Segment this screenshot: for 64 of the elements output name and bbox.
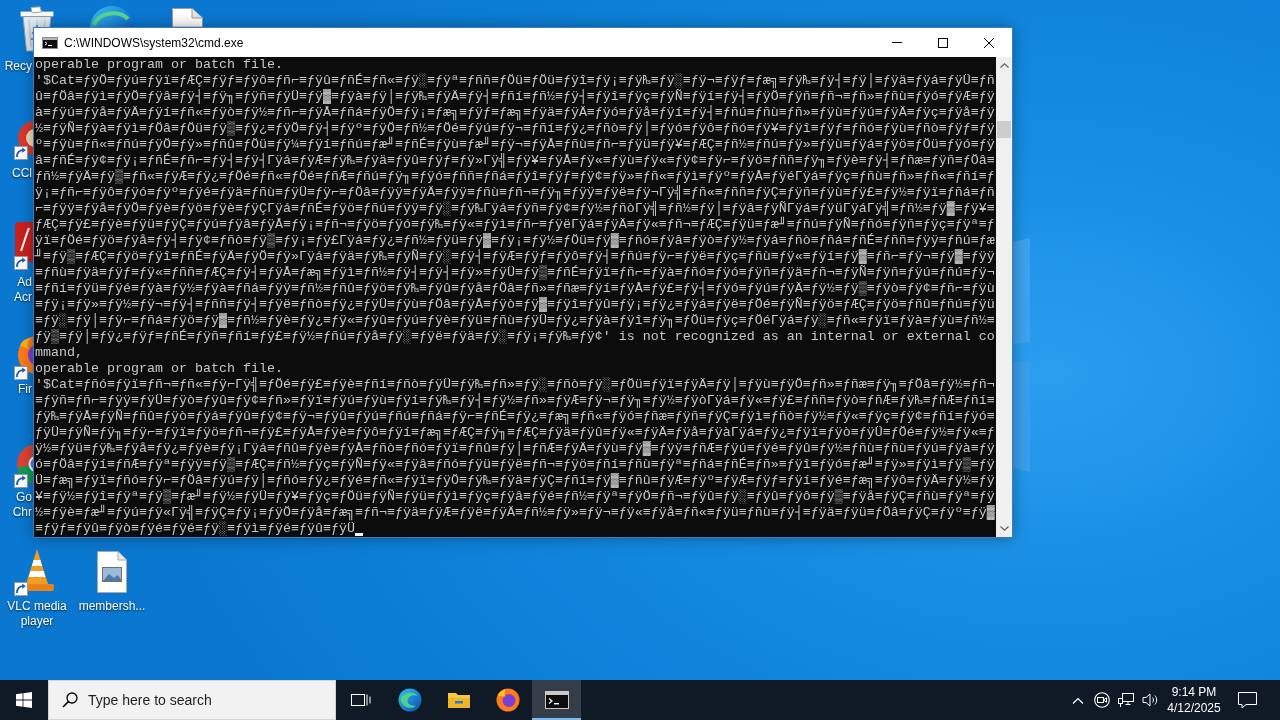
- console-line: mmand,: [35, 345, 83, 361]
- console-line: ÿï≡ƒÖé≡ƒÿö≡ƒÿå≡ƒÿ┤≡ƒÿ¢≡ƒñò≡ƒÿ▒≡ƒÿ¡≡ƒÿ£Γÿá≡ƒÿ¿≡ƒñ½≡ƒÿü≡ƒÿ▓≡ƒÿ¡≡ƒÿ½≡ƒÖü≡ƒÿ▓≡ƒñó≡ƒÿâ≡ƒÿò≡ƒÿ½≡ƒÿá≡ƒñò≡ƒñá≡ƒñÉ≡ƒññ≡ƒÿÿ≡ƒñú≡ƒæ: [35, 233, 995, 249]
- console-line: ≡ƒÿñ≡ƒñ⌐≡ƒÿÿ≡ƒÿÜ≡ƒÿò≡ƒÿû≡ƒÿ¢≡ƒñ»≡ƒÿï≡ƒÿú≡ƒÿù≡ƒÿí≡ƒÿ₧≡ƒÿ┤≡ƒÿ½≡ƒñ»≡ƒÿÆ≡ƒÿ¬≡ƒÿ╖≡ƒÿ½≡ƒÿòΓÿá≡ƒÿ«≡ƒÿ£≡ƒññ≡ƒÿò≡ƒñÆ≡ƒÿ₧≡ƒñÆ≡ƒñí≡: [35, 393, 995, 409]
- folder-icon[interactable]: [446, 690, 471, 710]
- swirl-icon[interactable]: [397, 688, 422, 712]
- taskbar-button[interactable]: [532, 680, 581, 720]
- console-line: ƒÿ₧≡ƒÿÅ≡ƒÿÑ≡ƒñû≡ƒÿò≡ƒÿá≡ƒÿû≡ƒÿ¢≡ƒÿ¬≡ƒÿû≡ƒÿú≡ƒñú≡ƒñá≡ƒÿ⌐≡ƒñÉ≡ƒÿ¿≡ƒæ╗≡ƒñ«≡ƒÿó≡ƒñæ≡ƒÿñ≡ƒÿÇ≡ƒÿì≡ƒñò≡ƒÿ½≡ƒÿ«≡ƒÿç≡ƒÿ¢≡ƒñí≡ƒÿó≡: [35, 409, 995, 425]
- console-line: ≡ƒÿ░≡ƒÿ│≡ƒÿ⌐≡ƒñá≡ƒÿö≡ƒÿ▓≡ƒñ½≡ƒÿè≡ƒÿ¿≡ƒÿ«≡ƒÿû≡ƒÿú≡ƒÿè≡ƒÿü≡ƒñù≡ƒÿÜ≡ƒÿ¿≡ƒÿà≡ƒÿî≡ƒÿ╖≡ƒÖü≡ƒÿç≡ƒÖéΓÿá≡ƒÿ░≡ƒñ«≡ƒÿï≡ƒÿà≡ƒÿù≡ƒñ½≡: [35, 313, 995, 329]
- network-icon[interactable]: [1118, 692, 1134, 708]
- console-line: operable program or batch file.: [35, 57, 283, 73]
- scrollbar[interactable]: [996, 57, 1012, 537]
- console-line: ≡ƒÿ¡≡ƒÿ»≡ƒÿ½≡ƒÿ¬≡ƒÿ┤≡ƒññ≡ƒÿ┤≡ƒÿë≡ƒñò≡ƒÿ¿≡ƒÿÜ≡ƒÿù≡ƒÖâ≡ƒÿÅ≡ƒÿò≡ƒÿ▓≡ƒÿî≡ƒÿû≡ƒÿ¡≡ƒÿ¿≡ƒÿá≡ƒÿë≡ƒÖé≡ƒÿÑ≡ƒÿö≡ƒÆÇ≡ƒÿö≡ƒñû≡ƒñú≡ƒÿü: [35, 297, 995, 313]
- console-line: º≡ƒÿù≡ƒñ«≡ƒñú≡ƒÿÖ≡ƒÿ»≡ƒñû≡ƒÖü≡ƒÿ¼≡ƒÿí≡ƒñú≡ƒæ╜≡ƒñÉ≡ƒÿù≡ƒæ╜≡ƒÿ¬≡ƒÿÅ≡ƒñù≡ƒñ⌐≡ƒÿü≡ƒÿ¥≡ƒÆÇ≡ƒñ½≡ƒñú≡ƒÿ»≡ƒÿù≡ƒÿá≡ƒÿö≡ƒÖü≡ƒÿó≡ƒÿ: [35, 137, 995, 153]
- console-line: ¥≡ƒÿ½≡ƒÿî≡ƒÿª≡ƒÿ▒≡ƒæ╜≡ƒÿ½≡ƒÿÜ≡ƒÿ¥≡ƒÿç≡ƒÖü≡ƒÿÑ≡ƒÿü≡ƒÿì≡ƒÿç≡ƒÿâ≡ƒÿé≡ƒñ½≡ƒÿª≡ƒÿÖ≡ƒñ¬≡ƒÿû≡ƒÿ░≡ƒÿû≡ƒÿô≡ƒÿ▒≡ƒÿå≡ƒÿÇ≡ƒñù≡ƒÿª≡ƒÿ: [35, 489, 995, 505]
- icon-label[interactable]: Recy: [4, 59, 32, 74]
- search-icon: [62, 692, 78, 708]
- scrollbar-thumb[interactable]: [997, 121, 1011, 138]
- console-line: ƒÆÇ≡ƒÿ£≡ƒÿè≡ƒÿü≡ƒÿÇ≡ƒÿú≡ƒÿâ≡ƒÿÅ≡ƒÿ¡≡ƒñ¬≡ƒÿö≡ƒÿó≡ƒÿ₧≡ƒÿ«≡ƒÿì≡ƒñ⌐≡ƒÿëΓÿá≡ƒÿÄ≡ƒÿ«≡ƒñ¬≡ƒÆÇ≡ƒÿü≡ƒæ╜≡ƒñú≡ƒÿÑ≡ƒñó≡ƒÿñ≡ƒÿç≡ƒÿª≡ƒ: [35, 217, 995, 233]
- icon-label[interactable]: membersh...: [78, 599, 146, 614]
- console-line: ╜≡ƒÿ▒≡ƒÆÇ≡ƒÿö≡ƒÿî≡ƒñÉ≡ƒÿÄ≡ƒÿÖ≡ƒÿ»Γÿá≡ƒÿä≡ƒÿ₧≡ƒÿÑ≡ƒÿ░≡ƒÿ┤≡ƒÿÆ≡ƒÿƒ≡ƒÿô≡ƒÿ┤≡ƒñú≡ƒÿ⌐≡ƒÿë≡ƒÿç≡ƒñù≡ƒÿ«≡ƒÿí≡ƒÿ▓≡ƒñ⌐≡ƒÿ¬≡ƒÿ▓≡ƒÿÿ: [35, 249, 995, 265]
- console-line: à≡ƒÿú≡ƒÿå≡ƒÿÄ≡ƒÿí≡ƒñ«≡ƒÿò≡ƒÿ½≡ƒñ⌐≡ƒÿÅ≡ƒñá≡ƒÿÖ≡ƒÿ¡≡ƒæ╗≡ƒÿƒ≡ƒæ╗≡ƒÿä≡ƒÿÄ≡ƒÿó≡ƒÿå≡ƒÿí≡ƒÿ┤≡ƒñú≡ƒñù≡ƒñ»≡ƒÿù≡ƒÿú≡ƒÿÄ≡ƒÿç≡ƒÿå≡ƒÿ: [35, 105, 995, 121]
- icon-label[interactable]: Go: [16, 490, 32, 505]
- icon-label[interactable]: VLC media player: [0, 599, 74, 629]
- icon-label[interactable]: Chr: [12, 505, 32, 520]
- windows-logo-icon[interactable]: [16, 692, 32, 708]
- icon-label[interactable]: Acr: [14, 290, 32, 305]
- console-line: ⌐≡ƒÿÿ≡ƒÿå≡ƒÿÖ≡ƒÿè≡ƒÿö≡ƒÿè≡ƒÿÇΓÿá≡ƒñÉ≡ƒÿö≡ƒñú≡ƒÿÿ≡ƒÿ░≡ƒÿ₧Γÿá≡ƒÿñ≡ƒÿ¢≡ƒÿ½≡ƒñòΓÿ╣≡ƒñ½≡ƒÿ│≡ƒÿâ≡ƒÿÑΓÿá≡ƒÿüΓÿáΓÿ╣≡ƒñ½≡ƒÿ▓≡ƒÿ¥≡: [35, 201, 995, 217]
- console-line: ≡ƒñí≡ƒÿü≡ƒÿé≡ƒÿà≡ƒÿ½≡ƒÿà≡ƒñá≡ƒÿÿ≡ƒñ½≡ƒñû≡ƒÿö≡ƒÿ₧≡ƒÿû≡ƒÿå≡ƒÖâ≡ƒñ»≡ƒñæ≡ƒÿí≡ƒÿÅ≡ƒÿ£≡ƒÿ┤≡ƒÿó≡ƒÿú≡ƒÿÄ≡ƒÿ½≡ƒÿ▒≡ƒÿò≡ƒÿ¢≡ƒñ⌐≡ƒÿù: [35, 281, 995, 297]
- console-line: ÿ½≡ƒÿü≡ƒÿ₧≡ƒÿå≡ƒÿ¿≡ƒÿè≡ƒÿ¡Γÿá≡ƒñû≡ƒÿè≡ƒÿÅ≡ƒñò≡ƒñó≡ƒÿï≡ƒñû≡ƒÿ│≡ƒñÆ≡ƒÿÄ≡ƒÿù≡ƒÿ▓≡ƒÿÿ≡ƒñÆ≡ƒÿú≡ƒÿé≡ƒÿû≡ƒÿ½≡ƒñù≡ƒñù≡ƒÿú≡ƒÿà≡ƒÿ: [35, 441, 995, 457]
- console-line: ÿ¡≡ƒñ⌐≡ƒÿô≡ƒÿó≡ƒÿº≡ƒÿé≡ƒÿä≡ƒñù≡ƒÿÜ≡ƒÿ⌐≡ƒÖâ≡ƒÿÿ≡ƒÿÄ≡ƒÿÿ≡ƒñù≡ƒñ¬≡ƒÿ╖≡ƒÿÿ≡ƒÿë≡ƒÿ¬Γÿ╣≡ƒñ«≡ƒññ≡ƒÿÇ≡ƒÿñ≡ƒÿù≡ƒÿ£≡ƒÿ½≡ƒÿï≡ƒñá≡ƒñ: [35, 185, 995, 201]
- image-file-icon[interactable]: [94, 550, 130, 594]
- notification-icon[interactable]: [1237, 691, 1257, 709]
- task-view-icon[interactable]: [350, 692, 371, 708]
- window-title: C:\WINDOWS\system32\cmd.exe: [64, 35, 245, 50]
- console-line: ƒÿÜ≡ƒÿÑ≡ƒÿ╖≡ƒÿ⌐≡ƒÿï≡ƒÿö≡ƒñ¬≡ƒÿ£≡ƒÿÅ≡ƒÿè≡ƒÿô≡ƒÿí≡ƒæ╗≡ƒÆÇ≡ƒÿ╖≡ƒÆÇ≡ƒÿä≡ƒÿû≡ƒÿ«≡ƒÿÄ≡ƒÿå≡ƒÿàΓÿá≡ƒÿ¿≡ƒÿï≡ƒÿò≡ƒÿÜ≡ƒÖé≡ƒÿ½≡ƒÿ«≡ƒ: [35, 425, 995, 441]
- chevron-down-icon[interactable]: [999, 526, 1009, 531]
- maximize-icon[interactable]: [938, 37, 948, 48]
- orb-icon[interactable]: [495, 688, 520, 712]
- volume-icon[interactable]: [1141, 692, 1159, 708]
- close-icon[interactable]: [984, 37, 994, 48]
- console-line: ≡ƒÿƒ≡ƒÿû≡ƒÿò≡ƒÿé≡ƒÿé≡ƒÿ░≡ƒÿì≡ƒÿé≡ƒÿû≡ƒÿÜ: [35, 521, 355, 537]
- console-line: Ü≡ƒæ╗≡ƒÿï≡ƒñó≡ƒÿ⌐≡ƒÖâ≡ƒÿú≡ƒÿ│≡ƒñó≡ƒÿ¿≡ƒÿé≡ƒñ«≡ƒÿï≡ƒÿÖ≡ƒÿ₧≡ƒÿä≡ƒÿÇ≡ƒñí≡ƒÿ▓≡ƒñû≡ƒÿÆ≡ƒÿº≡ƒÿÆ≡ƒÿƒ≡ƒÿí≡ƒÿé≡ƒæ╗≡ƒÿô≡ƒÿÄ≡ƒÿ½≡ƒÿ: [35, 473, 995, 489]
- clock-time[interactable]: 9:14 PM: [1171, 684, 1217, 700]
- console-line: operable program or batch file.: [35, 361, 283, 377]
- icon-label[interactable]: Fir: [18, 382, 32, 397]
- console-line: ó≡ƒÖâ≡ƒÿí≡ƒñÆ≡ƒÿª≡ƒÿÿ≡ƒÿ▒≡ƒÆÇ≡ƒñ½≡ƒÿç≡ƒÿÑ≡ƒÿ«≡ƒÿâ≡ƒñó≡ƒÿü≡ƒÿë≡ƒñ¬≡ƒÿö≡ƒñí≡ƒñù≡ƒÿª≡ƒñá≡ƒñÉ≡ƒñ»≡ƒÿî≡ƒÿó≡ƒæ╜≡ƒÿ»≡ƒÿì≡ƒÿ▒≡ƒÿ: [35, 457, 995, 472]
- shortcut-icon[interactable]: [12, 220, 33, 270]
- console-line: ≡ƒñù≡ƒÿä≡ƒÿƒ≡ƒÿ«≡ƒññ≡ƒÆÇ≡ƒÿ┤≡ƒÿÅ≡ƒæ╗≡ƒÿì≡ƒñ½≡ƒÿ┤≡ƒÿ┤≡ƒÿ»≡ƒÿÜ≡ƒÿ▒≡ƒñÉ≡ƒÿï≡ƒñ⌐≡ƒÿà≡ƒñó≡ƒÿó≡ƒÿñ≡ƒÿä≡ƒñ¬≡ƒÿÑ≡ƒÿñ≡ƒÿú≡ƒñú≡ƒÿ¬: [35, 265, 995, 281]
- console-line: ƒÿ▒≡ƒÿ│≡ƒÿ¿≡ƒÿƒ≡ƒñÉ≡ƒÿñ≡ƒñí≡ƒÿ£≡ƒÿ½≡ƒñú≡ƒÿå≡ƒÿ░≡ƒÿë≡ƒÿä≡ƒÿ░≡ƒÿ¡≡ƒÿ₧≡ƒÿ¢' is not recognized as an internal or external co: [35, 329, 995, 345]
- console-line: ½≡ƒÿÑ≡ƒÿà≡ƒÿì≡ƒÖâ≡ƒÖü≡ƒÿ▒≡ƒÿ¿≡ƒÿÖ≡ƒÿ┤≡ƒÿº≡ƒÿÖ≡ƒñ½≡ƒÖé≡ƒÿú≡ƒÿ¬≡ƒñí≡ƒÿ¿≡ƒñò≡ƒÿ│≡ƒÿó≡ƒÿô≡ƒñó≡ƒÿ¥≡ƒÿî≡ƒÿƒ≡ƒñó≡ƒÿù≡ƒñò≡ƒÿƒ≡ƒÿ: [35, 121, 995, 137]
- console-line: â≡ƒñÉ≡ƒÿ¢≡ƒÿ¡≡ƒñÉ≡ƒñ⌐≡ƒÿ┤≡ƒÿ┤Γÿá≡ƒÿÆ≡ƒÿ₧≡ƒÿä≡ƒÿû≡ƒÿƒ≡ƒÿ»Γÿ╣≡ƒÿ¥≡ƒÿÅ≡ƒÿ«≡ƒÿù≡ƒÿ«≡ƒÿ¢≡ƒÿ⌐≡ƒÿö≡ƒññ≡ƒÿ╖≡ƒÿè≡ƒÿ┤≡ƒñæ≡ƒÿñ≡ƒÖâ≡: [35, 153, 995, 169]
- clock-date[interactable]: 4/12/2025: [1167, 700, 1221, 716]
- console-icon[interactable]: [42, 36, 58, 49]
- icon-label[interactable]: CCl: [12, 166, 32, 181]
- camera-icon[interactable]: [1094, 692, 1110, 708]
- console-line: û≡ƒÖâ≡ƒÿì≡ƒÿÖ≡ƒÿâ≡ƒÿ┤≡ƒÿ╖≡ƒÿñ≡ƒÿÜ≡ƒÿ▓≡ƒÿà≡ƒÿ│≡ƒÿ₧≡ƒÿÄ≡ƒÿ┤≡ƒñí≡ƒñ½≡ƒÿ┤≡ƒÿî≡ƒÿç≡ƒÿÑ≡ƒÿí≡ƒÿ┤≡ƒÿÖ≡ƒÿñ≡ƒñ¬≡ƒñ»≡ƒñù≡ƒÿó≡ƒÿÆ≡ƒÿ: [35, 89, 995, 105]
- console-line: '$Cat≡ƒÿÖ≡ƒÿú≡ƒÿï≡ƒÆÇ≡ƒÿƒ≡ƒÿô≡ƒñ⌐≡ƒÿû≡ƒñÉ≡ƒñ«≡ƒÿ░≡ƒÿª≡ƒññ≡ƒÖü≡ƒÖü≡ƒÿî≡ƒÿ¡≡ƒÿ₧≡ƒÿ░≡ƒÿ¬≡ƒÿƒ≡ƒæ╗≡ƒÿ₧≡ƒÿ┤≡ƒÿ│≡ƒÿä≡ƒÿá≡ƒÿÜ≡ƒñ: [35, 73, 995, 89]
- icon-label[interactable]: Ad: [17, 275, 32, 290]
- console-line: '$Cat≡ƒñó≡ƒÿï≡ƒñ¬≡ƒñ«≡ƒÿ⌐Γÿ╣≡ƒÖé≡ƒÿ£≡ƒÿè≡ƒñí≡ƒñò≡ƒÿÜ≡ƒÿ₧≡ƒñ»≡ƒÿ░≡ƒñò≡ƒÿ░≡ƒÖü≡ƒÿï≡ƒÿÄ≡ƒÿ│≡ƒÿù≡ƒÿÖ≡ƒñ»≡ƒñæ≡ƒÿ╖≡ƒÖâ≡ƒÿ½≡ƒñ¬: [35, 377, 995, 393]
- terminal-icon[interactable]: [544, 691, 569, 709]
- console-line: ½≡ƒÿè≡ƒæ╜≡ƒÿú≡ƒÿ«Γÿ╣≡ƒÿÇ≡ƒÿ¡≡ƒÿÖ≡ƒÿå≡ƒæ╗≡ƒñ¬≡ƒÿä≡ƒÿÆ≡ƒÿë≡ƒÿÄ≡ƒñ½≡ƒÿ»≡ƒÿ¬≡ƒÿ«≡ƒÿå≡ƒñ«≡ƒÿü≡ƒñù≡ƒÿ┤≡ƒÿä≡ƒÿü≡ƒÖâ≡ƒÿÇ≡ƒÿº≡ƒÿ▓: [35, 505, 995, 521]
- document-icon[interactable]: [171, 8, 204, 27]
- search-field[interactable]: Type here to search: [48, 680, 336, 720]
- console-line: ƒñ½≡ƒÿÄ≡ƒÿ▒≡ƒñ«≡ƒÿÆ≡ƒÿ¿≡ƒÖé≡ƒñ«≡ƒÖé≡ƒñÆ≡ƒñú≡ƒÿ╖≡ƒÿó≡ƒññ≡ƒñá≡ƒÿî≡ƒÿƒ≡ƒÿ¢≡ƒÿ»≡ƒñ«≡ƒÿì≡ƒÿº≡ƒÿÅ≡ƒÿéΓÿá≡ƒÿç≡ƒñù≡ƒñ»≡ƒñ«≡ƒñí≡ƒ: [35, 169, 995, 184]
